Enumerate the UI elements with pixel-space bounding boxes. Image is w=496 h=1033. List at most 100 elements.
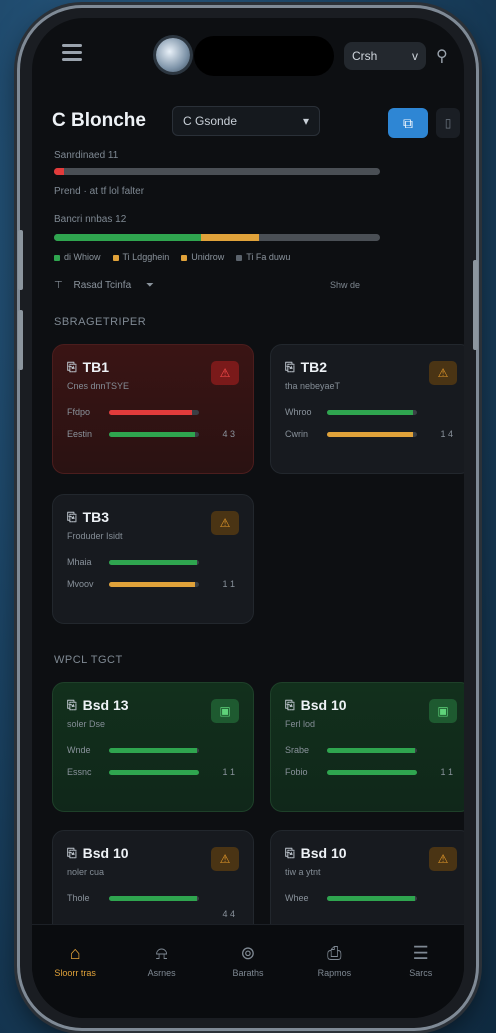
funnel-icon: ⏷ <box>145 280 154 291</box>
summary-bar-1 <box>54 168 380 175</box>
metric-label: Eestin <box>67 429 93 439</box>
metric-bar <box>109 770 199 775</box>
filter-icon: ⊤ <box>54 280 63 291</box>
card-name: Bsd 10 <box>300 697 347 713</box>
card-name: TB2 <box>300 359 328 375</box>
metric-row: Mvoov <box>67 577 239 593</box>
alert-icon[interactable]: ⚠ <box>429 361 457 385</box>
site-select[interactable]: C Gsonde ▾ <box>172 106 320 136</box>
card-count: 4 4 <box>222 909 235 919</box>
view-all-link[interactable]: Shw de <box>330 280 360 290</box>
legend-swatch <box>112 254 119 261</box>
card-count: 1 1 <box>440 767 453 777</box>
nav-label: Sloorr tras <box>54 968 96 978</box>
secondary-view-button[interactable]: ▯ <box>436 108 460 138</box>
summary-legend: di Whiow Ti Ldgghein Unidrow Ti Fa duwu <box>54 252 290 262</box>
layout-toggle-button[interactable]: ⧉ <box>388 108 428 138</box>
metric-row: Srabe <box>285 743 457 759</box>
metric-bar-fill <box>327 748 416 753</box>
device-card[interactable]: ⎘ Bsd 10 Ferl lod ▣ Srabe Fobio 1 1 <box>270 682 464 812</box>
metric-label: Mhaia <box>67 557 92 567</box>
legend-item: Unidrow <box>181 252 224 262</box>
app-screen: Crsh v ⚲ C Blonche C Gsonde ▾ ⧉ ▯ Sanrdi… <box>32 18 464 1018</box>
card-name: Bsd 10 <box>300 845 347 861</box>
nav-icon: ⍾ <box>155 943 168 963</box>
device-card[interactable]: ⎘ TB3 Froduder Isidt ⚠ Mhaia Mvoov 1 1 <box>52 494 254 624</box>
metric-bar-fill <box>109 896 198 901</box>
alert-icon[interactable]: ⚠ <box>211 847 239 871</box>
metric-bar <box>109 582 199 587</box>
nav-icon: ⎙ <box>327 943 342 963</box>
card-count: 4 3 <box>222 429 235 439</box>
legend-swatch <box>54 254 60 261</box>
legend-swatch <box>236 254 243 261</box>
user-label: Crsh <box>352 49 378 63</box>
device-card[interactable]: ⎘ Bsd 13 soler Dse ▣ Wnde Essnc 1 1 <box>52 682 254 812</box>
summary-bar-3-green <box>54 234 201 241</box>
metric-label: Mvoov <box>67 579 94 589</box>
nav-item[interactable]: ⊚ Baraths <box>208 943 288 1018</box>
status-ok-icon[interactable]: ▣ <box>211 699 239 723</box>
summary-bar-3-amber <box>200 234 260 241</box>
card-count: 1 1 <box>222 579 235 589</box>
device-icon: ⎘ <box>67 845 77 860</box>
metric-bar-fill <box>109 770 199 775</box>
metric-row: Thole <box>67 891 239 907</box>
nav-item[interactable]: ⍾ Asrnes <box>122 943 202 1018</box>
metric-row: Whroo <box>285 405 457 421</box>
metric-bar <box>109 410 199 415</box>
card-name: TB1 <box>82 359 110 375</box>
site-select-value: C Gsonde <box>183 114 238 128</box>
menu-icon[interactable] <box>62 44 82 62</box>
summary-bar-1-fill <box>54 168 64 175</box>
dynamic-island <box>194 36 334 76</box>
pin-icon[interactable]: ⚲ <box>436 46 448 66</box>
nav-item[interactable]: ⌂ Sloorr tras <box>35 943 115 1018</box>
card-name: TB3 <box>82 509 110 525</box>
metric-row: Mhaia <box>67 555 239 571</box>
filter-row[interactable]: ⊤ Rasad Tcinfa ⏷ <box>54 280 154 291</box>
nav-label: Asrnes <box>147 968 176 978</box>
metric-bar-fill <box>109 410 192 415</box>
device-icon: ⎘ <box>285 845 295 860</box>
power-button <box>473 260 478 350</box>
legend-item: Ti Fa duwu <box>236 252 290 262</box>
metric-bar <box>109 432 199 437</box>
metric-row: Eestin <box>67 427 239 443</box>
user-selector[interactable]: Crsh v <box>344 42 426 70</box>
metric-row: Essnc <box>67 765 239 781</box>
nav-label: Sarcs <box>409 968 433 978</box>
page-title: C Blonche <box>52 110 146 131</box>
legend-label: Ti Fa duwu <box>246 252 291 262</box>
legend-label: di Whiow <box>64 252 101 262</box>
metric-label: Cwrin <box>285 429 309 439</box>
alert-icon[interactable]: ⚠ <box>211 511 239 535</box>
metric-label: Fobio <box>285 767 308 777</box>
summary-row-1-label: Sanrdinaed 11 <box>54 150 119 161</box>
card-name: Bsd 13 <box>82 697 129 713</box>
metric-bar-fill <box>327 896 416 901</box>
card-count: 1 1 <box>222 767 235 777</box>
nav-item[interactable]: ☰ Sarcs <box>381 943 461 1018</box>
metric-bar <box>327 432 417 437</box>
device-card[interactable]: ⎘ TB1 Cnes dnnTSYE ⚠ Ffdpo Eestin 4 3 <box>52 344 254 474</box>
nav-item[interactable]: ⎙ Rapmos <box>294 943 374 1018</box>
status-ok-icon[interactable]: ▣ <box>429 699 457 723</box>
metric-bar-fill <box>109 582 196 587</box>
metric-label: Thole <box>67 893 90 903</box>
metric-row: Fobio <box>285 765 457 781</box>
chevron-down-icon: v <box>412 49 418 63</box>
nav-icon: ⊚ <box>240 943 256 963</box>
device-icon: ⎘ <box>285 359 295 374</box>
volume-down-button <box>18 310 23 370</box>
chevron-down-icon: ▾ <box>302 114 309 128</box>
alert-icon[interactable]: ⚠ <box>211 361 239 385</box>
device-card[interactable]: ⎘ TB2 tha nebeyaeT ⚠ Whroo Cwrin 1 4 <box>270 344 464 474</box>
metric-bar-fill <box>109 432 195 437</box>
alert-icon[interactable]: ⚠ <box>429 847 457 871</box>
metric-label: Whee <box>285 893 309 903</box>
metric-row: Wnde <box>67 743 239 759</box>
device-icon: ⎘ <box>285 697 295 712</box>
metric-label: Whroo <box>285 407 312 417</box>
legend-swatch <box>181 254 188 261</box>
